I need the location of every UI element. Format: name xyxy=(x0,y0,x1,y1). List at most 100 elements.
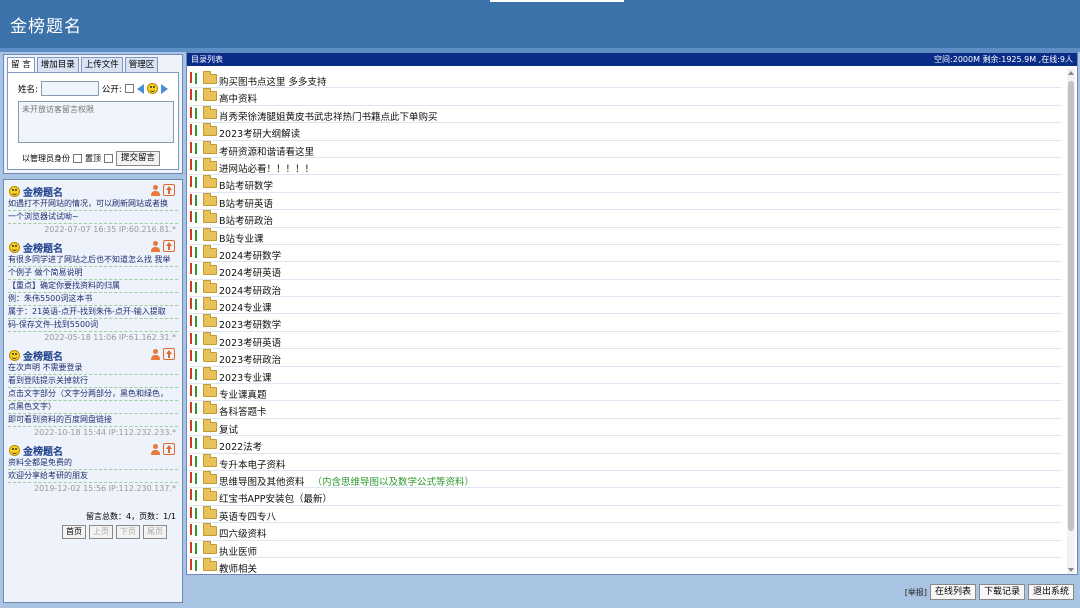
exit-button[interactable]: 退出系统 xyxy=(1027,584,1074,600)
user-icon[interactable] xyxy=(150,241,160,252)
scroll-down-icon[interactable] xyxy=(1068,568,1074,572)
directory-label[interactable]: B站考研数学 xyxy=(219,181,273,192)
folder-icon[interactable] xyxy=(203,227,217,241)
directory-row[interactable]: 英语专四专八 xyxy=(189,505,1061,524)
folder-icon[interactable] xyxy=(203,262,217,276)
folder-icon[interactable] xyxy=(203,540,217,554)
message-textarea[interactable] xyxy=(18,101,174,143)
sort-arrows-icon[interactable] xyxy=(190,385,200,398)
directory-name[interactable]: B站考研英语 xyxy=(219,196,273,210)
directory-label[interactable]: 教师相关 xyxy=(219,564,257,574)
sort-arrows-icon[interactable] xyxy=(190,211,200,224)
directory-label[interactable]: 红宝书APP安装包（最新） xyxy=(219,494,332,505)
pin-top-icon[interactable] xyxy=(163,240,175,252)
folder-icon[interactable] xyxy=(203,436,217,450)
directory-label[interactable]: B站考研政治 xyxy=(219,216,273,227)
user-icon[interactable] xyxy=(150,444,160,455)
folder-icon[interactable] xyxy=(203,105,217,119)
directory-row[interactable]: 2023考研数学 xyxy=(189,314,1061,332)
directory-row[interactable]: 2023考研大纲解读 xyxy=(189,123,1061,141)
directory-row[interactable]: B站考研英语 xyxy=(189,192,1061,211)
directory-row[interactable]: 专业课真题 xyxy=(189,384,1061,402)
directory-row[interactable]: 2024考研英语 xyxy=(189,262,1061,280)
directory-name[interactable]: 肖秀荣徐涛腿姐黄皮书武忠祥热门书籍点此下单购买 xyxy=(219,109,438,123)
directory-label[interactable]: 复试 xyxy=(219,425,238,436)
tab-admin[interactable]: 管理区 xyxy=(124,57,159,73)
sort-arrows-icon[interactable] xyxy=(190,402,200,415)
directory-name[interactable]: 2024专业课 xyxy=(219,300,272,314)
directory-name[interactable]: B站考研政治 xyxy=(219,213,273,227)
folder-icon[interactable] xyxy=(203,140,217,154)
sort-arrows-icon[interactable] xyxy=(190,332,200,345)
folder-icon[interactable] xyxy=(203,453,217,467)
directory-name[interactable]: 四六级资料 xyxy=(219,526,267,540)
directory-row[interactable]: 2024考研数学 xyxy=(189,244,1061,263)
sort-arrows-icon[interactable] xyxy=(190,89,200,102)
directory-label[interactable]: 思维导图及其他资料 xyxy=(219,477,305,488)
sort-arrows-icon[interactable] xyxy=(190,524,200,537)
directory-name[interactable]: 购买图书点这里 多多支持 xyxy=(219,74,327,88)
directory-name[interactable]: 专升本电子资料 xyxy=(219,457,286,471)
directory-name[interactable]: 复试 xyxy=(219,422,238,436)
sort-arrows-icon[interactable] xyxy=(190,72,200,84)
sort-arrows-icon[interactable] xyxy=(190,315,200,328)
directory-label[interactable]: 2022法考 xyxy=(219,442,262,453)
folder-icon[interactable] xyxy=(203,88,217,102)
directory-label[interactable]: 2023考研大纲解读 xyxy=(219,129,300,140)
sort-arrows-icon[interactable] xyxy=(190,280,200,293)
sort-arrows-icon[interactable] xyxy=(190,454,200,467)
folder-icon[interactable] xyxy=(203,331,217,345)
directory-name[interactable]: 专业课真题 xyxy=(219,387,267,401)
folder-icon[interactable] xyxy=(203,488,217,502)
admin-checkbox[interactable] xyxy=(73,154,82,163)
directory-label[interactable]: 各科答题卡 xyxy=(219,407,267,418)
sort-arrows-icon[interactable] xyxy=(190,245,200,258)
directory-row[interactable]: 执业医师 xyxy=(189,540,1061,558)
folder-icon[interactable] xyxy=(203,401,217,415)
directory-label[interactable]: 进网站必看！！！！！ xyxy=(219,164,314,175)
directory-name[interactable]: 2022法考 xyxy=(219,439,262,453)
sort-arrows-icon[interactable] xyxy=(190,541,200,554)
last-page-button[interactable]: 尾页 xyxy=(143,525,167,539)
folder-icon[interactable] xyxy=(203,557,217,571)
directory-row[interactable]: 2024考研政治 xyxy=(189,279,1061,298)
pin-checkbox[interactable] xyxy=(104,154,113,163)
directory-label[interactable]: 专升本电子资料 xyxy=(219,460,286,471)
directory-row[interactable]: 2023专业课 xyxy=(189,366,1061,385)
directory-label[interactable]: 肖秀荣徐涛腿姐黄皮书武忠祥热门书籍点此下单购买 xyxy=(219,112,438,123)
tab-message[interactable]: 留 言 xyxy=(7,57,35,73)
sort-arrows-icon[interactable] xyxy=(190,106,200,119)
directory-label[interactable]: 购买图书点这里 多多支持 xyxy=(219,77,327,88)
directory-name[interactable]: 2023考研数学 xyxy=(219,317,281,331)
sort-arrows-icon[interactable] xyxy=(190,367,200,380)
pin-top-icon[interactable] xyxy=(163,184,175,196)
sort-arrows-icon[interactable] xyxy=(190,471,200,484)
next-page-button[interactable]: 下页 xyxy=(116,525,140,539)
folder-icon[interactable] xyxy=(203,366,217,380)
sort-arrows-icon[interactable] xyxy=(190,506,200,519)
scroll-up-icon[interactable] xyxy=(1068,71,1074,75)
directory-label[interactable]: 2024考研英语 xyxy=(219,268,281,279)
directory-name[interactable]: 教师相关 xyxy=(219,561,257,574)
directory-row[interactable]: 2023考研政治 xyxy=(189,349,1061,367)
directory-name[interactable]: 英语专四专八 xyxy=(219,509,276,523)
smiley-icon[interactable] xyxy=(146,83,158,94)
directory-row[interactable]: 进网站必看！！！！！ xyxy=(189,157,1061,176)
tab-upload-file[interactable]: 上传文件 xyxy=(80,57,123,73)
directory-label[interactable]: 高中资料 xyxy=(219,94,257,105)
directory-name[interactable]: 各科答题卡 xyxy=(219,404,267,418)
tab-add-directory[interactable]: 增加目录 xyxy=(36,57,79,73)
folder-icon[interactable] xyxy=(203,297,217,311)
sort-arrows-icon[interactable] xyxy=(190,193,200,206)
folder-icon[interactable] xyxy=(203,418,217,432)
directory-name[interactable]: B站考研数学 xyxy=(219,178,273,192)
user-icon[interactable] xyxy=(150,185,160,196)
directory-row[interactable]: 红宝书APP安装包（最新） xyxy=(189,488,1061,506)
public-checkbox[interactable] xyxy=(124,84,134,93)
directory-label[interactable]: 考研资源和谐请看这里 xyxy=(219,147,314,158)
directory-name[interactable]: 2023考研政治 xyxy=(219,352,281,366)
directory-note[interactable]: （内含思维导图以及数学公式等资料） xyxy=(313,477,475,488)
directory-row[interactable]: 复试 xyxy=(189,418,1061,437)
directory-row[interactable]: B站考研数学 xyxy=(189,175,1061,193)
folder-icon[interactable] xyxy=(203,71,217,84)
